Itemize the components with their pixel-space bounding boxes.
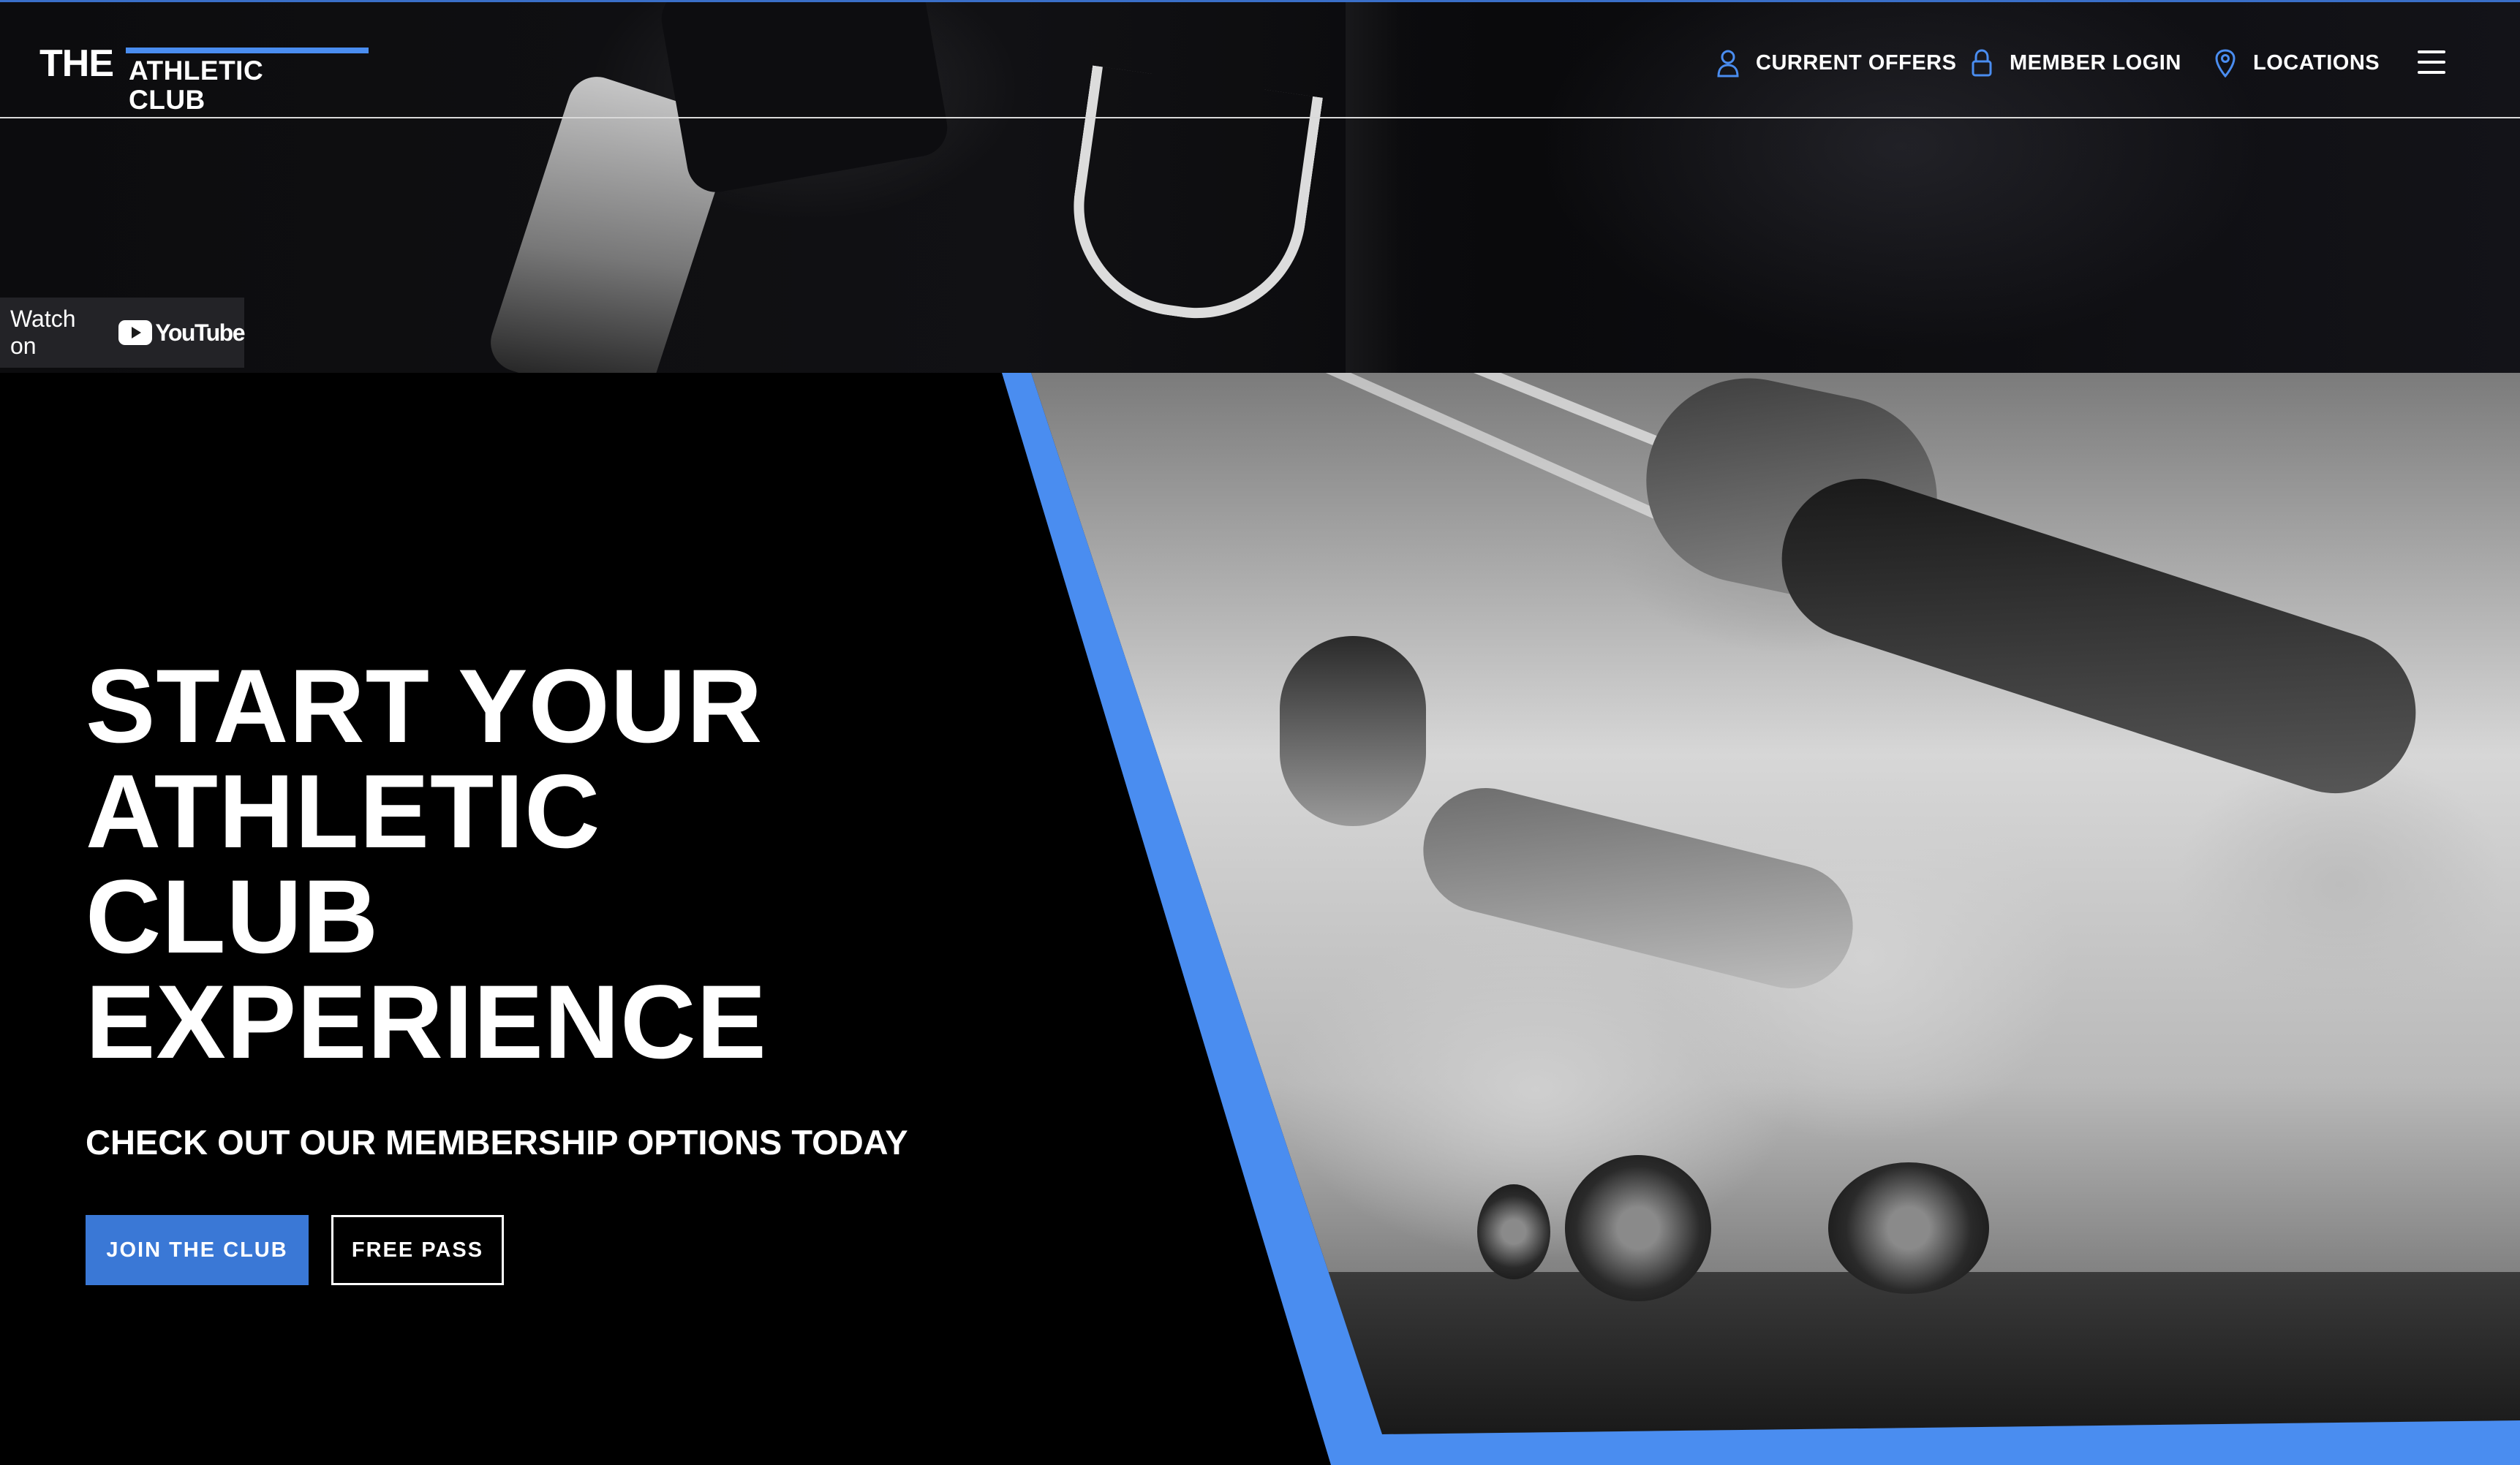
nav-current-offers[interactable]: CURRENT OFFERS — [1716, 43, 1956, 83]
lock-icon — [1972, 49, 1992, 77]
nav-locations[interactable]: LOCATIONS — [2214, 43, 2380, 83]
menu-line — [2418, 61, 2445, 64]
hero-subheadline: CHECK OUT OUR MEMBERSHIP OPTIONS TODAY — [86, 1123, 908, 1162]
watch-on-label: Watch on — [10, 306, 76, 359]
menu-line — [2418, 71, 2445, 74]
headline-line: START YOUR — [86, 648, 763, 765]
menu-line — [2418, 50, 2445, 53]
youtube-logo: YouTube — [118, 319, 245, 347]
logo-athletic-club: ATHLETIC CLUB — [129, 56, 264, 115]
photo-figure-woman — [1280, 636, 1426, 826]
nav-member-login-label: MEMBER LOGIN — [2010, 50, 2181, 75]
photo-dumbbell — [1565, 1155, 1711, 1301]
photo-dumbbell — [1477, 1184, 1550, 1279]
headline-line: CLUB — [86, 859, 380, 975]
join-the-club-button[interactable]: JOIN THE CLUB — [86, 1215, 309, 1285]
photo-dumbbell — [1828, 1162, 1989, 1294]
headline-line: EXPERIENCE — [86, 964, 767, 1080]
headline-line: ATHLETIC — [86, 754, 601, 870]
youtube-wordmark: YouTube — [155, 319, 245, 346]
watch-on-youtube-button[interactable]: Watch on YouTube — [0, 298, 245, 368]
logo-the: THE — [39, 42, 114, 85]
logo-accent-bar — [126, 48, 369, 53]
free-pass-button[interactable]: FREE PASS — [331, 1215, 504, 1285]
user-icon — [1717, 50, 1739, 77]
nav-current-offers-label: CURRENT OFFERS — [1756, 50, 1957, 75]
hero-headline: START YOUR ATHLETIC CLUB EXPERIENCE — [86, 654, 767, 1075]
youtube-play-icon — [118, 320, 153, 345]
nav-locations-label: LOCATIONS — [2253, 50, 2380, 75]
location-pin-icon — [2215, 49, 2236, 77]
site-logo[interactable]: THE ATHLETIC CLUB — [39, 42, 369, 115]
hero-section: START YOUR ATHLETIC CLUB EXPERIENCE CHEC… — [0, 373, 2520, 1465]
nav-member-login[interactable]: MEMBER LOGIN — [1970, 43, 2181, 83]
photo-figure-man-body — [1761, 458, 2437, 814]
site-header: THE ATHLETIC CLUB CURRENT OFFERS MEMBER … — [0, 0, 2520, 118]
hamburger-menu-icon[interactable] — [2418, 50, 2445, 74]
photo-figure-woman-body — [1410, 774, 1866, 1002]
